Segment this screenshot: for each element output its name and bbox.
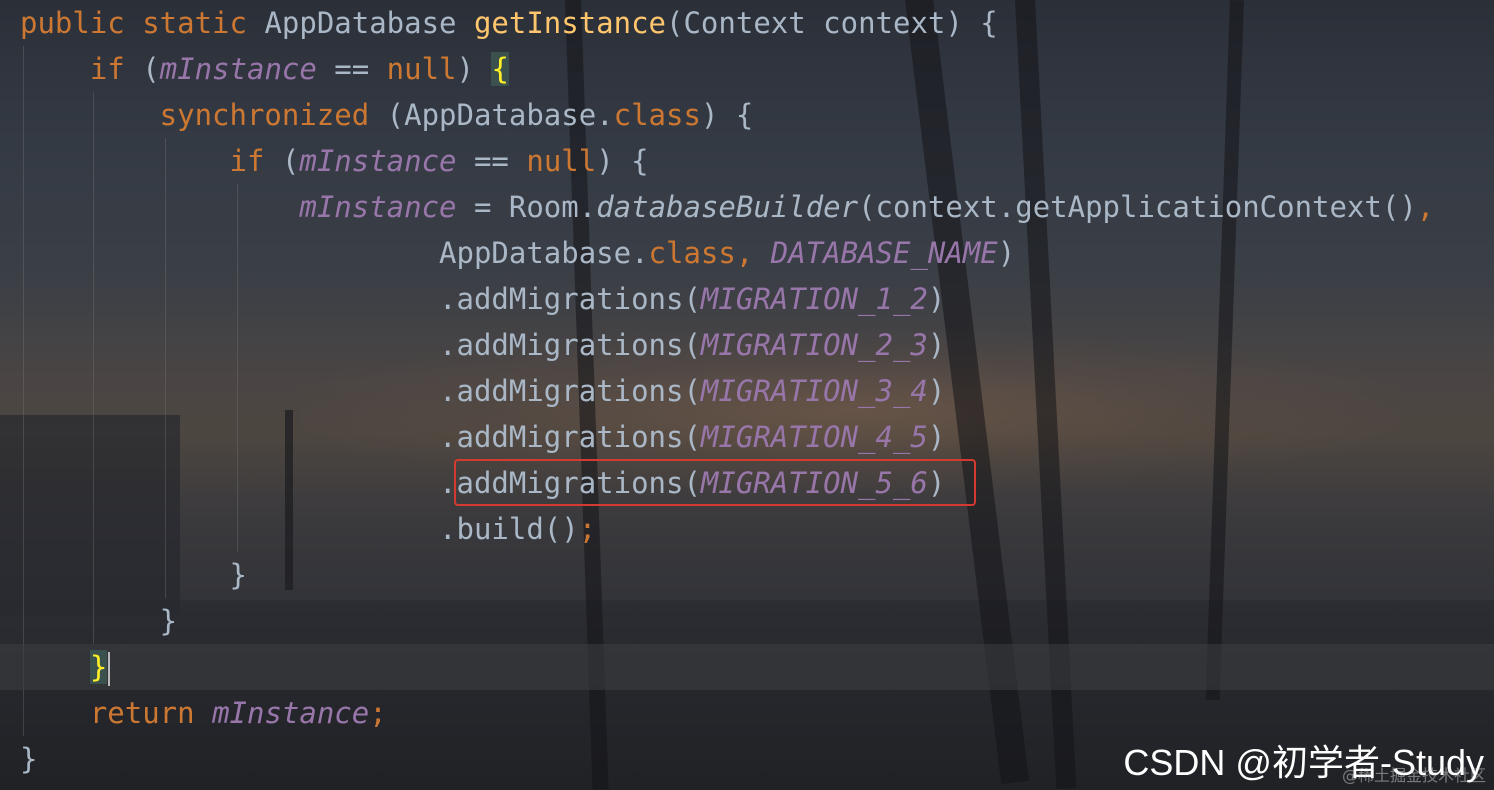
juejin-watermark: @稀土掘金技术社区	[1341, 766, 1486, 785]
code-line[interactable]: .addMigrations(MIGRATION_4_5)	[20, 414, 945, 460]
code-token: .addMigrations(	[20, 282, 701, 316]
code-line[interactable]: .addMigrations(MIGRATION_2_3)	[20, 322, 945, 368]
code-token: (	[142, 52, 160, 86]
code-token: )	[997, 236, 1016, 270]
code-line[interactable]: .build();	[20, 506, 596, 552]
code-token: (AppDatabase.	[386, 98, 614, 132]
code-token: (	[281, 144, 300, 178]
code-token: ) {	[700, 98, 754, 132]
code-token: )	[456, 52, 492, 86]
code-token: class	[613, 98, 701, 132]
code-token: AppDatabase	[264, 6, 474, 40]
code-token: ;	[578, 512, 597, 546]
code-token: ==	[456, 144, 527, 178]
code-token: = Room.	[456, 190, 597, 224]
code-line[interactable]: .addMigrations(MIGRATION_3_4)	[20, 368, 945, 414]
code-line[interactable]: .addMigrations(MIGRATION_1_2)	[20, 276, 945, 322]
matched-brace: {	[491, 52, 509, 86]
code-line[interactable]: return mInstance;	[20, 690, 387, 736]
code-token: synchronized	[20, 98, 387, 132]
code-token: mInstance	[299, 144, 457, 178]
code-token: )	[927, 420, 946, 454]
code-token: if	[20, 52, 143, 86]
code-line[interactable]: }	[20, 644, 111, 690]
code-token: ,	[1416, 190, 1435, 224]
code-line[interactable]: synchronized (AppDatabase.class) {	[20, 92, 754, 138]
code-token: DATABASE_NAME	[770, 236, 998, 270]
code-token: mInstance	[159, 52, 317, 86]
code-token: }	[20, 604, 178, 638]
code-token: ;	[369, 696, 387, 730]
code-token: mInstance	[299, 190, 457, 224]
current-line-highlight	[0, 644, 1494, 690]
code-token: if	[20, 144, 282, 178]
code-line[interactable]: if (mInstance == null) {	[20, 138, 649, 184]
code-token: ==	[316, 52, 387, 86]
code-token: MIGRATION_1_2	[700, 282, 928, 316]
code-line[interactable]: }	[20, 552, 247, 598]
code-token: null	[526, 144, 597, 178]
code-token: (Context context) {	[666, 6, 998, 40]
code-token: }	[20, 742, 38, 776]
code-token: return	[20, 696, 213, 730]
code-token: getInstance	[473, 6, 667, 40]
code-line[interactable]: AppDatabase.class, DATABASE_NAME)	[20, 230, 1015, 276]
text-cursor	[108, 652, 111, 686]
code-token: .build()	[20, 512, 579, 546]
code-token: )	[927, 282, 946, 316]
code-token: MIGRATION_3_4	[700, 374, 928, 408]
code-token: null	[386, 52, 457, 86]
code-token: mInstance	[212, 696, 370, 730]
annotation-highlight-box	[454, 459, 976, 506]
code-line[interactable]: public static AppDatabase getInstance(Co…	[20, 0, 998, 46]
code-token: databaseBuilder	[596, 190, 859, 224]
code-token: AppDatabase.	[20, 236, 649, 270]
code-token: class,	[648, 236, 771, 270]
code-line[interactable]: }	[20, 736, 37, 782]
code-token: .addMigrations(	[20, 374, 701, 408]
code-token: MIGRATION_2_3	[700, 328, 928, 362]
code-token: ) {	[596, 144, 649, 178]
code-token: MIGRATION_4_5	[700, 420, 928, 454]
code-line[interactable]: if (mInstance == null) {	[20, 46, 509, 92]
code-token: )	[927, 328, 946, 362]
code-line[interactable]: mInstance = Room.databaseBuilder(context…	[20, 184, 1434, 230]
code-token: .addMigrations(	[20, 328, 701, 362]
code-token: .addMigrations(	[20, 420, 701, 454]
code-token: (context.getApplicationContext()	[858, 190, 1417, 224]
matched-brace: }	[89, 650, 108, 684]
code-token: }	[20, 558, 247, 592]
code-line[interactable]: }	[20, 598, 177, 644]
window-frame-beam	[1205, 0, 1244, 701]
code-token: )	[927, 374, 946, 408]
code-token: public static	[20, 6, 265, 40]
